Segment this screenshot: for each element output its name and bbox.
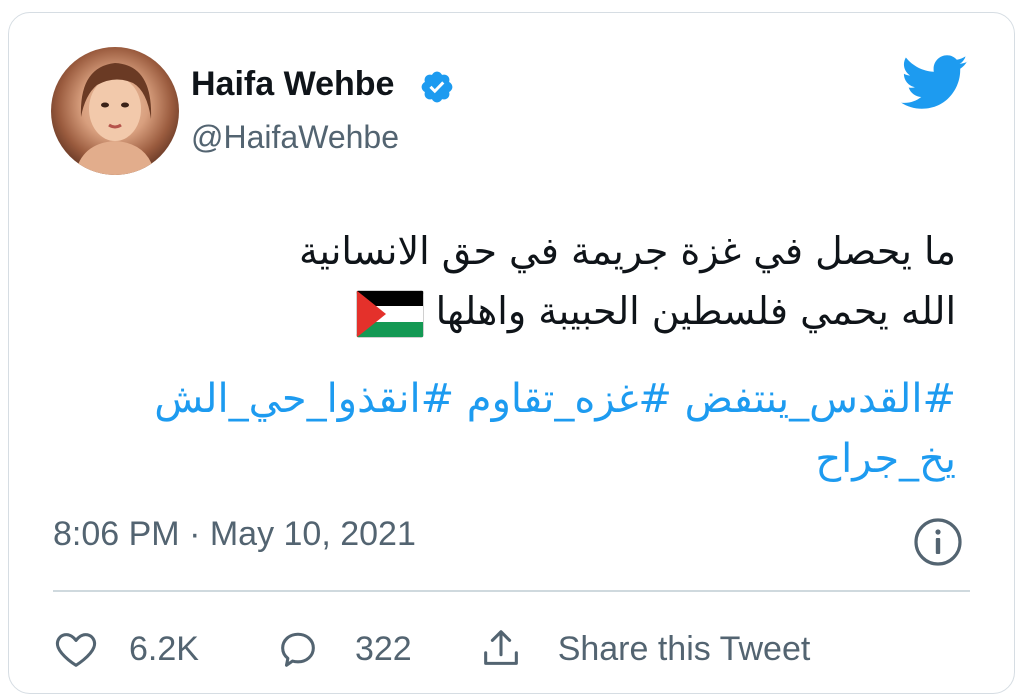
tweet-text-line-2-text: الله يحمي فلسطين الحبيبة واهلها [435,289,956,333]
share-label: Share this Tweet [557,629,811,668]
verified-badge-icon [421,71,453,103]
hashtag-line-2[interactable]: يخ_جراح [26,429,956,489]
palestine-flag-icon [355,289,424,338]
handle[interactable]: @HaifaWehbe [191,119,399,156]
share-icon [483,630,518,665]
twitter-bird-icon[interactable] [901,55,969,111]
reply-count: 322 [354,629,412,668]
action-bar: 6.2K 322 Share this Tweet [53,619,810,679]
display-name[interactable]: Haifa Wehbe [191,65,394,104]
info-icon[interactable] [912,516,964,568]
hashtags[interactable]: #القدس_ينتفض #غزه_تقاوم #انقذوا_حي_الش ي… [26,369,956,489]
heart-icon [55,633,97,667]
avatar[interactable] [51,47,179,175]
reply-button[interactable]: 322 [275,626,412,672]
like-button[interactable]: 6.2K [53,626,199,672]
avatar-photo-icon [75,63,155,175]
comment-icon [281,632,315,667]
tweet-text: ما يحصل في غزة جريمة في حق الانسانية الل… [26,221,956,341]
tweet-text-line-2: الله يحمي فلسطين الحبيبة واهلها [26,281,956,341]
hashtag-line-1[interactable]: #القدس_ينتفض #غزه_تقاوم #انقذوا_حي_الش [26,369,956,429]
timestamp[interactable]: 8:06 PM · May 10, 2021 [53,515,416,554]
like-count: 6.2K [129,629,199,668]
share-button[interactable]: Share this Tweet [478,626,811,672]
tweet-text-line-1: ما يحصل في غزة جريمة في حق الانسانية [298,229,956,273]
tweet-card[interactable]: Haifa Wehbe @HaifaWehbe ما يحصل في غزة ج… [8,12,1015,694]
divider [53,590,970,592]
